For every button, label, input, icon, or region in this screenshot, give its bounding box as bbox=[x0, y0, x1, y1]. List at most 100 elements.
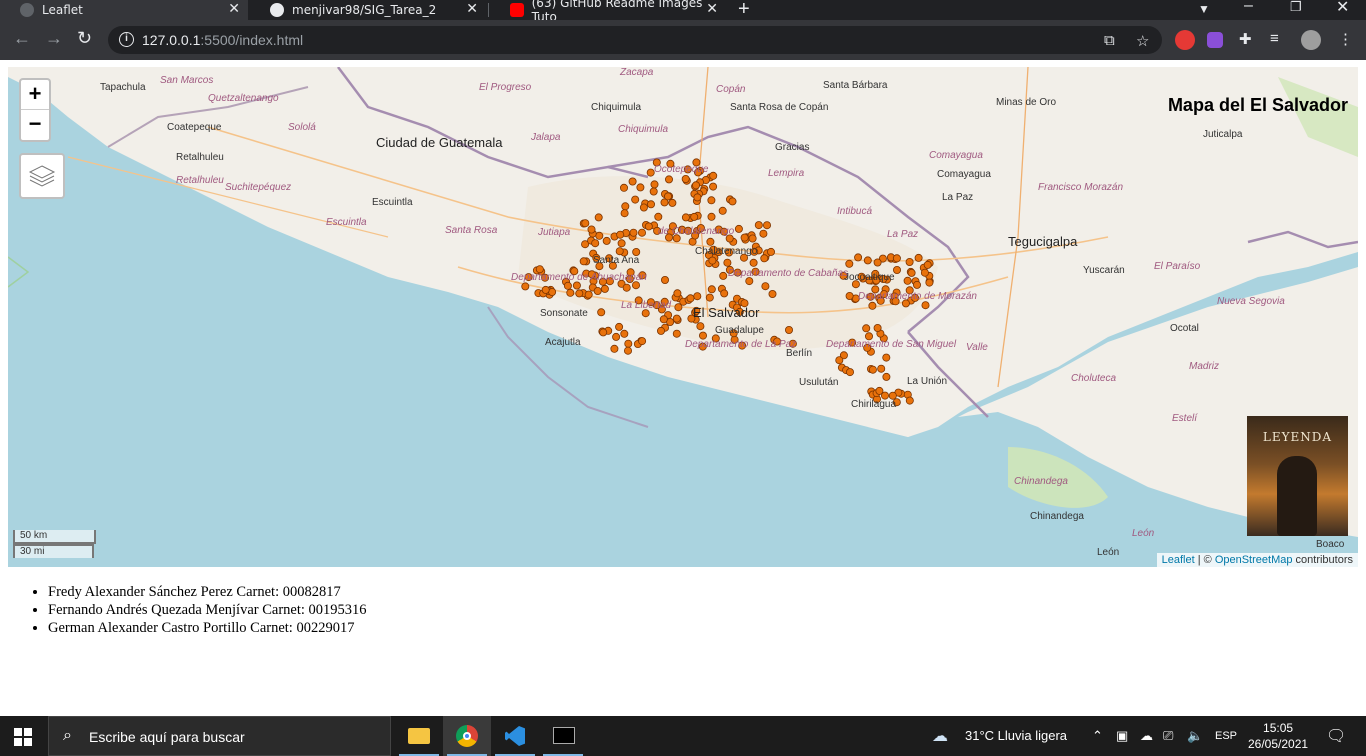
close-tab-icon[interactable]: ✕ bbox=[228, 1, 240, 17]
osm-link[interactable]: OpenStreetMap bbox=[1215, 554, 1293, 566]
zoom-out-button[interactable]: − bbox=[21, 110, 49, 140]
tab-search-icon[interactable]: ▼ bbox=[1198, 2, 1210, 16]
point-marker[interactable] bbox=[707, 196, 716, 205]
point-marker[interactable] bbox=[761, 282, 770, 291]
point-marker[interactable] bbox=[882, 372, 891, 381]
point-marker[interactable] bbox=[707, 285, 716, 294]
bookmark-star-icon[interactable]: ☆ bbox=[1136, 32, 1149, 50]
point-marker[interactable] bbox=[650, 180, 659, 189]
point-marker[interactable] bbox=[563, 281, 572, 290]
point-marker[interactable] bbox=[616, 230, 625, 239]
point-marker[interactable] bbox=[693, 292, 702, 301]
new-tab-button[interactable]: + bbox=[738, 0, 750, 21]
point-marker[interactable] bbox=[720, 289, 729, 298]
point-marker[interactable] bbox=[681, 213, 690, 222]
point-marker[interactable] bbox=[639, 203, 648, 212]
point-marker[interactable] bbox=[638, 228, 647, 237]
media-queue-icon[interactable]: ≡ bbox=[1270, 30, 1279, 47]
point-marker[interactable] bbox=[763, 221, 772, 230]
point-marker[interactable] bbox=[673, 289, 682, 298]
point-marker[interactable] bbox=[868, 301, 877, 310]
point-marker[interactable] bbox=[664, 192, 673, 201]
windows-start-icon[interactable] bbox=[14, 728, 32, 746]
point-marker[interactable] bbox=[692, 181, 701, 190]
point-marker[interactable] bbox=[610, 344, 619, 353]
point-marker[interactable] bbox=[631, 195, 640, 204]
point-marker[interactable] bbox=[624, 339, 633, 348]
menu-kebab-icon[interactable]: ⋮ bbox=[1338, 30, 1353, 48]
point-marker[interactable] bbox=[657, 326, 666, 335]
point-marker[interactable] bbox=[875, 386, 884, 395]
weather-text[interactable]: 31°C Lluvia ligera bbox=[965, 728, 1067, 743]
leaflet-map[interactable]: Tapachula San Marcos Quetzaltenango Coatepe… bbox=[8, 67, 1358, 567]
minimize-icon[interactable]: – bbox=[1244, 0, 1253, 15]
point-marker[interactable] bbox=[622, 283, 631, 292]
point-marker[interactable] bbox=[602, 236, 611, 245]
point-marker[interactable] bbox=[644, 222, 653, 231]
network-icon[interactable]: ⎚ bbox=[1163, 728, 1173, 744]
point-marker[interactable] bbox=[674, 303, 683, 312]
point-marker[interactable] bbox=[863, 256, 872, 265]
back-icon[interactable]: ← bbox=[13, 28, 31, 49]
point-marker[interactable] bbox=[654, 212, 663, 221]
point-marker[interactable] bbox=[661, 275, 670, 284]
point-marker[interactable] bbox=[719, 271, 728, 280]
point-marker[interactable] bbox=[615, 322, 624, 331]
file-explorer-app[interactable] bbox=[395, 716, 443, 756]
point-marker[interactable] bbox=[873, 258, 882, 267]
point-marker[interactable] bbox=[892, 254, 901, 263]
language-indicator[interactable]: ESP bbox=[1215, 730, 1237, 742]
taskbar-search-box[interactable]: ⌕ Escribe aquí para buscar bbox=[48, 716, 391, 756]
point-marker[interactable] bbox=[649, 187, 658, 196]
point-marker[interactable] bbox=[672, 314, 681, 323]
point-marker[interactable] bbox=[665, 175, 674, 184]
point-marker[interactable] bbox=[647, 200, 656, 209]
point-marker[interactable] bbox=[925, 278, 934, 287]
point-marker[interactable] bbox=[629, 228, 638, 237]
point-marker[interactable] bbox=[835, 356, 844, 365]
point-marker[interactable] bbox=[521, 282, 530, 291]
point-marker[interactable] bbox=[612, 332, 621, 341]
point-marker[interactable] bbox=[681, 175, 690, 184]
point-marker[interactable] bbox=[749, 258, 758, 267]
address-bar[interactable]: i 127.0.0.1:5500/index.html ⧉ ☆ bbox=[108, 26, 1162, 54]
close-tab-icon[interactable]: ✕ bbox=[706, 1, 718, 17]
point-marker[interactable] bbox=[693, 193, 702, 202]
point-marker[interactable] bbox=[709, 182, 718, 191]
point-marker[interactable] bbox=[877, 364, 886, 373]
point-marker[interactable] bbox=[907, 268, 916, 277]
weather-cloud-icon[interactable]: ☁ bbox=[932, 726, 948, 746]
point-marker[interactable] bbox=[760, 254, 769, 263]
forward-icon[interactable]: → bbox=[45, 28, 63, 49]
extension-feather-icon[interactable] bbox=[1207, 32, 1223, 48]
layers-control-button[interactable] bbox=[19, 153, 65, 199]
point-marker[interactable] bbox=[621, 202, 630, 211]
point-marker[interactable] bbox=[594, 213, 603, 222]
point-marker[interactable] bbox=[686, 294, 695, 303]
point-marker[interactable] bbox=[905, 257, 914, 266]
site-info-icon[interactable]: i bbox=[119, 32, 134, 47]
point-marker[interactable] bbox=[854, 253, 863, 262]
point-marker[interactable] bbox=[668, 198, 677, 207]
point-marker[interactable] bbox=[597, 308, 606, 317]
point-marker[interactable] bbox=[903, 276, 912, 285]
point-marker[interactable] bbox=[659, 315, 668, 324]
translate-icon[interactable]: ⧉ bbox=[1104, 32, 1115, 49]
point-marker[interactable] bbox=[768, 289, 777, 298]
point-marker[interactable] bbox=[845, 259, 854, 268]
point-marker[interactable] bbox=[672, 329, 681, 338]
point-marker[interactable] bbox=[690, 212, 699, 221]
restore-icon[interactable]: ❐ bbox=[1290, 0, 1302, 15]
point-marker[interactable] bbox=[595, 231, 604, 240]
show-hidden-icons-icon[interactable]: ⌃ bbox=[1092, 728, 1103, 744]
point-marker[interactable] bbox=[638, 337, 647, 346]
zoom-in-button[interactable]: + bbox=[21, 80, 49, 110]
point-marker[interactable] bbox=[923, 260, 932, 269]
terminal-app[interactable] bbox=[539, 716, 587, 756]
clock[interactable]: 15:05 26/05/2021 bbox=[1248, 720, 1308, 752]
point-marker[interactable] bbox=[718, 206, 727, 215]
point-marker[interactable] bbox=[628, 177, 637, 186]
point-marker[interactable] bbox=[708, 256, 717, 265]
point-marker[interactable] bbox=[709, 171, 718, 180]
point-marker[interactable] bbox=[620, 329, 629, 338]
